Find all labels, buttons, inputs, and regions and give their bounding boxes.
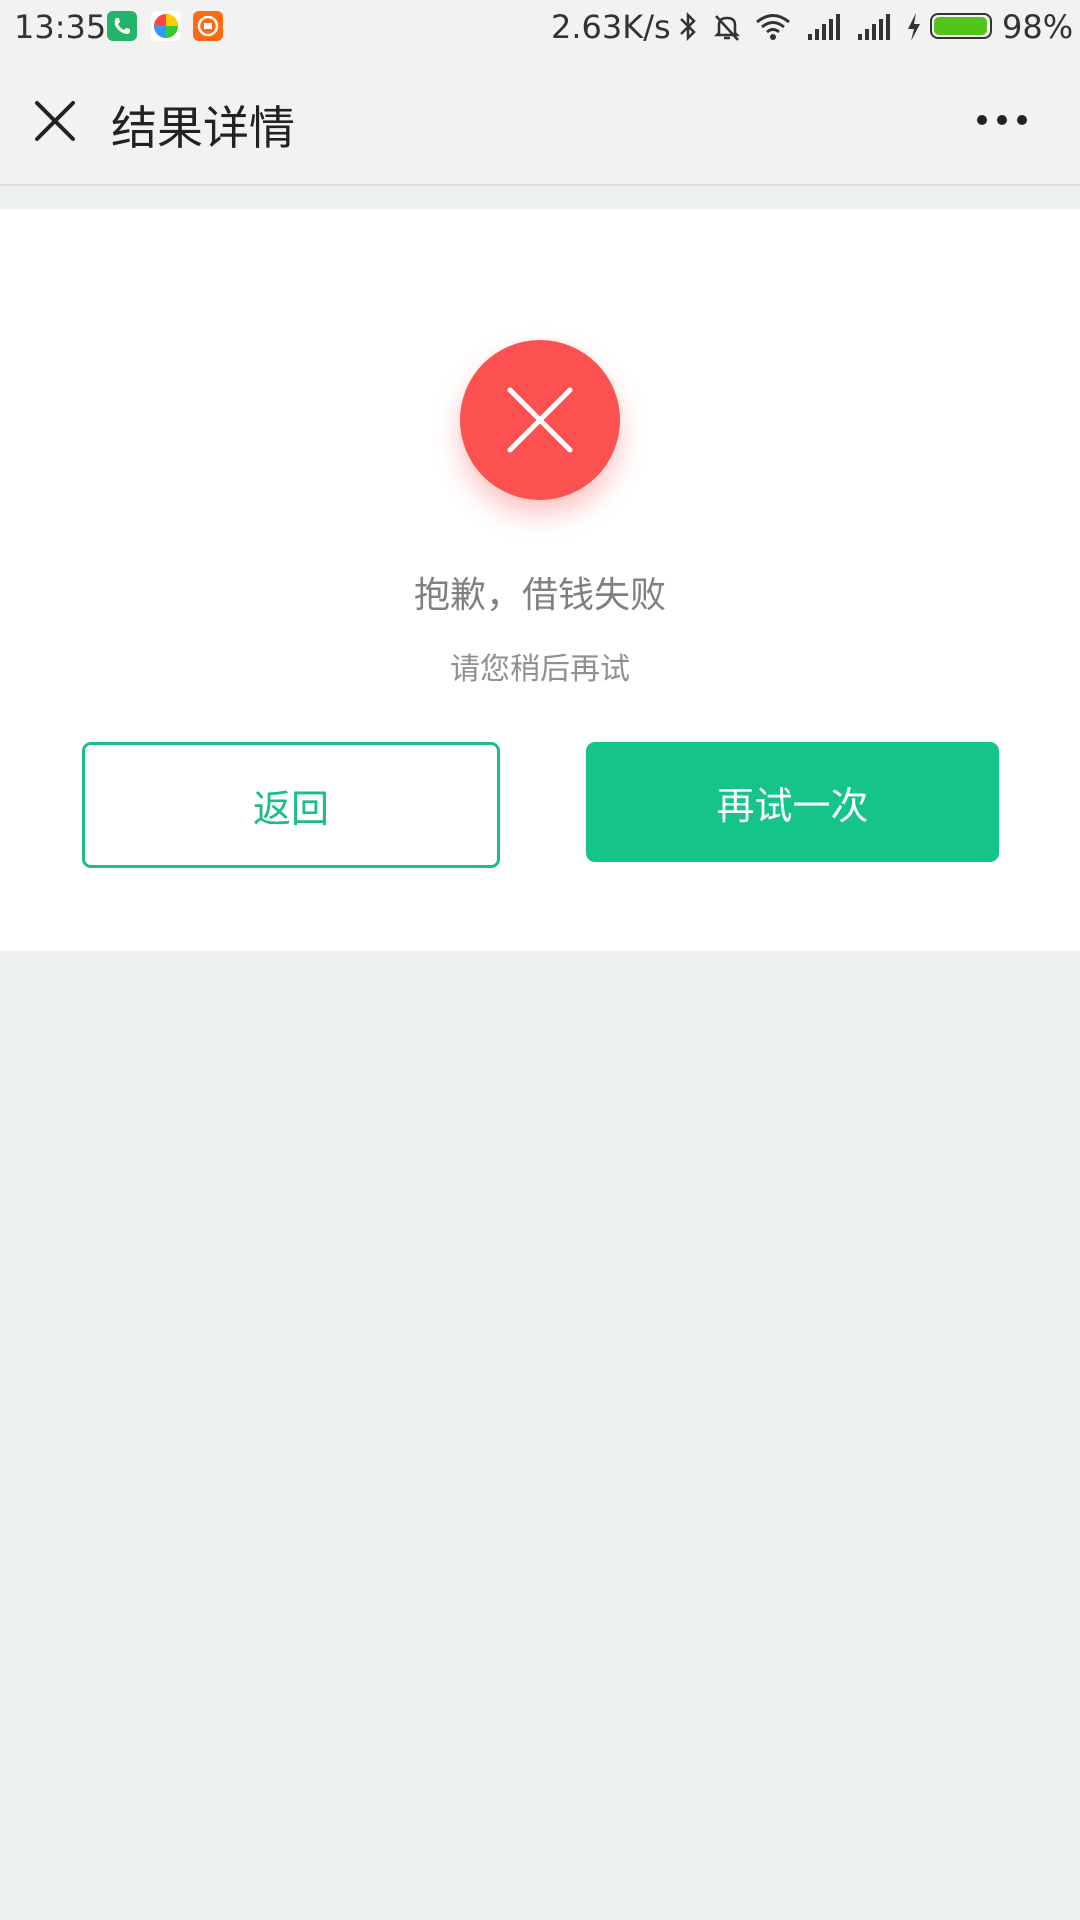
result-subtitle: 请您稍后再试 <box>450 652 630 687</box>
retry-button[interactable]: 再试一次 <box>586 742 999 862</box>
status-time: 13:35 <box>14 8 107 46</box>
status-bar: 13:35 2.63K/s 98% <box>0 0 1080 56</box>
mi-app-icon <box>193 11 223 41</box>
phone-app-icon <box>107 11 137 41</box>
signal-icon <box>805 10 843 48</box>
more-icon[interactable] <box>974 112 1030 128</box>
nav-bar: 结果详情 <box>0 56 1080 186</box>
charging-icon <box>904 10 924 48</box>
battery-icon <box>930 13 992 39</box>
page-title: 结果详情 <box>111 101 295 155</box>
wifi-icon <box>754 10 792 48</box>
mute-bell-icon <box>710 10 744 48</box>
back-button[interactable]: 返回 <box>82 742 500 868</box>
battery-percent: 98% <box>1002 8 1074 46</box>
result-card: 抱歉，借钱失败 请您稍后再试 返回 再试一次 <box>0 209 1080 951</box>
close-icon[interactable] <box>33 99 77 143</box>
signal-icon <box>855 10 893 48</box>
network-speed: 2.63K/s <box>551 8 671 46</box>
retry-button-label: 再试一次 <box>716 783 869 828</box>
back-button-label: 返回 <box>252 786 329 831</box>
result-title: 抱歉，借钱失败 <box>413 575 666 616</box>
color-play-app-icon <box>151 11 181 41</box>
battery-level <box>934 17 987 35</box>
bluetooth-icon <box>676 10 700 48</box>
error-x-icon <box>460 340 620 500</box>
